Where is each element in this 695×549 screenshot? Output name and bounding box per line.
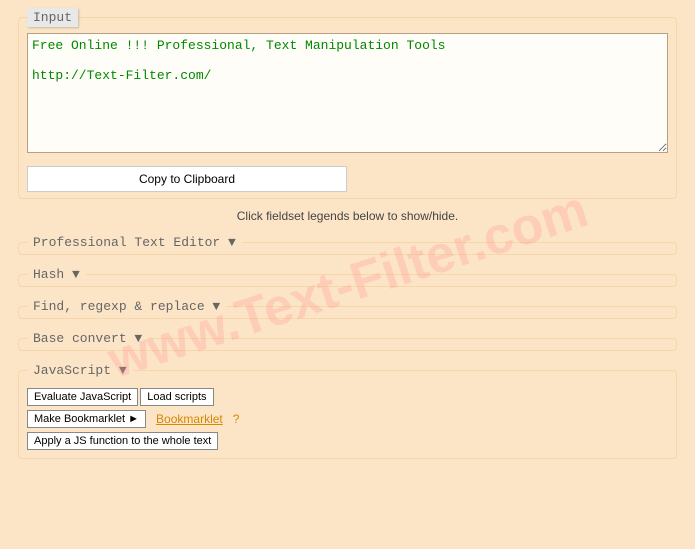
bookmarklet-link[interactable]: Bookmarklet [156,412,223,426]
js-fieldset: JavaScript ▼ Evaluate JavaScript Load sc… [18,361,677,459]
editor-legend[interactable]: Professional Text Editor ▼ [27,233,242,252]
editor-fieldset: Professional Text Editor ▼ [18,233,677,255]
eval-js-button[interactable]: Evaluate JavaScript [27,388,138,406]
help-link[interactable]: ? [233,412,240,426]
hash-fieldset: Hash ▼ [18,265,677,287]
input-legend[interactable]: Input [27,8,78,27]
copy-clipboard-button[interactable]: Copy to Clipboard [27,166,347,192]
base-fieldset: Base convert ▼ [18,329,677,351]
apply-js-function-button[interactable]: Apply a JS function to the whole text [27,432,218,450]
hash-legend[interactable]: Hash ▼ [27,265,86,284]
load-scripts-button[interactable]: Load scripts [140,388,213,406]
find-legend[interactable]: Find, regexp & replace ▼ [27,297,226,316]
make-bookmarklet-button[interactable]: Make Bookmarklet ► [27,410,146,428]
js-legend[interactable]: JavaScript ▼ [27,361,133,380]
main-textarea[interactable] [27,33,668,153]
hint-text: Click fieldset legends below to show/hid… [8,209,687,223]
base-legend[interactable]: Base convert ▼ [27,329,148,348]
input-fieldset: Input Copy to Clipboard [18,8,677,199]
find-fieldset: Find, regexp & replace ▼ [18,297,677,319]
